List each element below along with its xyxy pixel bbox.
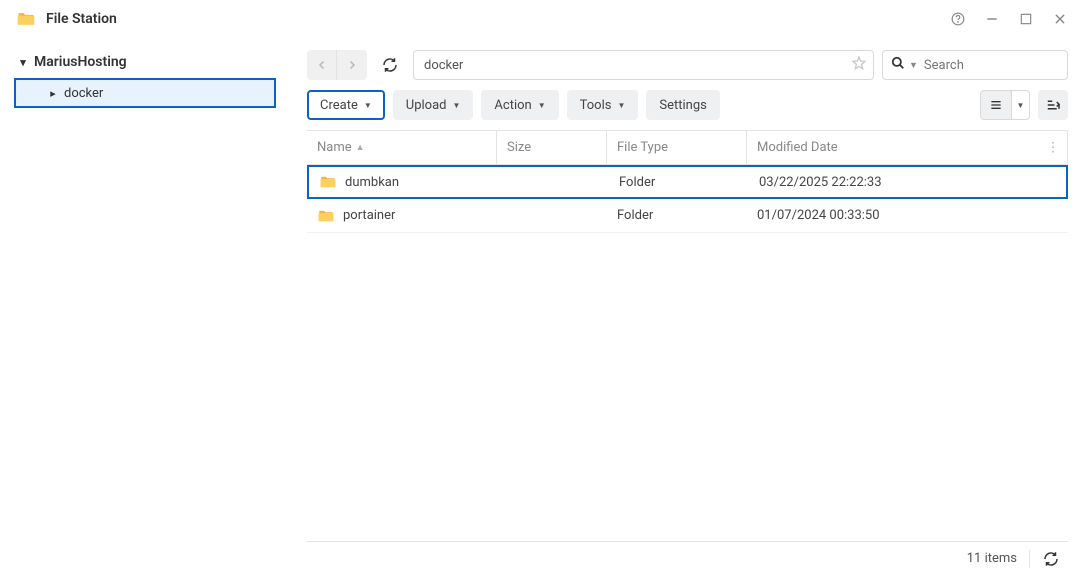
sort-button[interactable]	[1038, 90, 1068, 120]
table-body: dumbkanFolder03/22/2025 22:22:33portaine…	[307, 165, 1068, 541]
toolbar-left: Create ▼ Upload ▼ Action ▼ Tools ▼ Setti…	[307, 90, 720, 120]
toolbar-row: Create ▼ Upload ▼ Action ▼ Tools ▼ Setti…	[307, 90, 1068, 120]
caret-down-icon: ▾	[18, 56, 28, 69]
minimize-button[interactable]	[982, 9, 1002, 29]
column-menu-button[interactable]: ⋮	[1042, 140, 1064, 155]
tree-item-docker[interactable]: ▸ docker	[14, 78, 276, 108]
file-table: Name ▲ Size File Type Modified Date ⋮ du…	[307, 130, 1068, 541]
column-header-date[interactable]: Modified Date	[747, 131, 1068, 164]
table-row[interactable]: dumbkan Folder03/22/2025 22:22:33	[307, 165, 1068, 199]
create-label: Create	[320, 98, 358, 113]
view-mode-group: ▼	[980, 90, 1030, 120]
search-dropdown-icon[interactable]: ▼	[909, 60, 918, 71]
nav-back-button[interactable]	[307, 50, 337, 80]
settings-button[interactable]: Settings	[646, 90, 719, 120]
window-controls	[948, 9, 1070, 29]
tree-item-label: docker	[64, 86, 103, 101]
sidebar: ▾ MariusHosting ▸ docker	[0, 38, 295, 575]
toolbar-right: ▼	[980, 90, 1068, 120]
title-bar: File Station	[0, 0, 1080, 38]
nav-forward-button[interactable]	[337, 50, 367, 80]
row-name: portainer	[343, 208, 395, 223]
column-header-name[interactable]: Name ▲	[307, 131, 497, 164]
chevron-down-icon: ▼	[538, 101, 546, 110]
column-header-type[interactable]: File Type	[607, 131, 747, 164]
item-count: 11 items	[967, 551, 1017, 566]
row-date: 03/22/2025 22:22:33	[749, 175, 1066, 190]
folder-icon	[317, 207, 335, 225]
folder-icon	[319, 173, 337, 191]
search-icon	[891, 56, 905, 74]
path-input-wrap	[413, 50, 874, 80]
maximize-button[interactable]	[1016, 9, 1036, 29]
chevron-down-icon: ▼	[453, 101, 461, 110]
column-type-label: File Type	[617, 140, 668, 155]
column-date-label: Modified Date	[757, 140, 838, 155]
tools-label: Tools	[580, 98, 612, 113]
status-bar: 11 items	[307, 541, 1068, 575]
chevron-down-icon: ▼	[364, 101, 372, 110]
refresh-button[interactable]	[375, 50, 405, 80]
create-button[interactable]: Create ▼	[307, 90, 385, 120]
path-row: ▼	[307, 50, 1068, 80]
search-input-wrap: ▼	[882, 50, 1068, 80]
content-panel: ▼ Create ▼ Upload ▼ Action ▼	[295, 38, 1080, 575]
tree-root[interactable]: ▾ MariusHosting	[0, 46, 294, 78]
close-button[interactable]	[1050, 9, 1070, 29]
help-button[interactable]	[948, 9, 968, 29]
column-header-size[interactable]: Size	[497, 131, 607, 164]
table-header: Name ▲ Size File Type Modified Date ⋮	[307, 131, 1068, 165]
sort-asc-icon: ▲	[356, 142, 365, 153]
nav-back-forward	[307, 50, 367, 80]
column-name-label: Name	[317, 140, 352, 155]
table-row[interactable]: portainer Folder01/07/2024 00:33:50	[307, 199, 1068, 233]
path-input[interactable]	[424, 58, 845, 73]
app-folder-icon	[16, 9, 36, 29]
row-name: dumbkan	[345, 175, 399, 190]
upload-label: Upload	[406, 98, 447, 113]
list-view-button[interactable]	[981, 91, 1011, 119]
action-label: Action	[494, 98, 531, 113]
row-type: Folder	[609, 175, 749, 190]
row-type: Folder	[607, 208, 747, 223]
favorite-star-icon[interactable]	[851, 55, 867, 75]
status-refresh-button[interactable]	[1042, 550, 1060, 568]
caret-right-icon: ▸	[48, 87, 58, 100]
tools-button[interactable]: Tools ▼	[567, 90, 639, 120]
app-title: File Station	[46, 11, 948, 27]
tree-root-label: MariusHosting	[34, 54, 127, 70]
search-input[interactable]	[924, 58, 1080, 73]
chevron-down-icon: ▼	[617, 101, 625, 110]
row-date: 01/07/2024 00:33:50	[747, 208, 1068, 223]
view-mode-dropdown[interactable]: ▼	[1011, 91, 1029, 119]
action-button[interactable]: Action ▼	[481, 90, 558, 120]
column-size-label: Size	[507, 140, 531, 155]
separator	[1029, 550, 1030, 568]
settings-label: Settings	[659, 98, 706, 113]
upload-button[interactable]: Upload ▼	[393, 90, 474, 120]
